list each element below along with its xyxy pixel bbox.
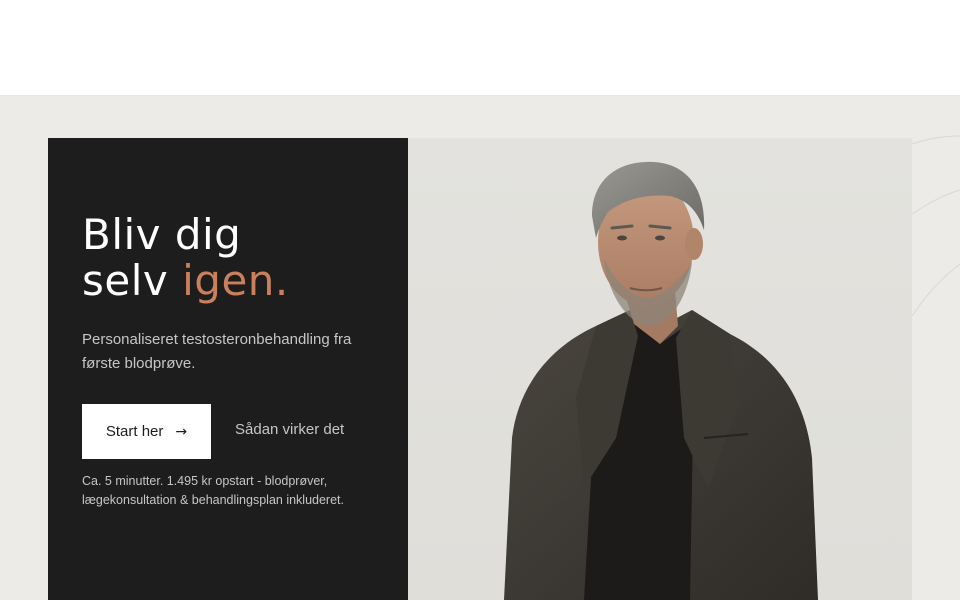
- man-portrait-image: [504, 161, 818, 600]
- hero-subtitle: Personaliseret testosteronbehandling fra…: [82, 331, 352, 372]
- headline-line-2: selv: [82, 256, 169, 305]
- arrow-right-icon: →: [175, 423, 188, 440]
- headline-line-1: Bliv dig: [82, 210, 242, 259]
- start-here-label: Start her: [105, 423, 164, 440]
- how-it-works-link[interactable]: Sådan virker det: [235, 421, 344, 438]
- headline-accent: igen.: [182, 256, 289, 305]
- top-navigation-bar: [0, 0, 960, 96]
- pricing-note: Ca. 5 minutter. 1.495 kr opstart - blodp…: [82, 474, 344, 507]
- hero-photo: [408, 138, 912, 600]
- hero-headline: Bliv dig selv igen.: [82, 212, 289, 304]
- start-here-button[interactable]: Start her →: [82, 404, 211, 459]
